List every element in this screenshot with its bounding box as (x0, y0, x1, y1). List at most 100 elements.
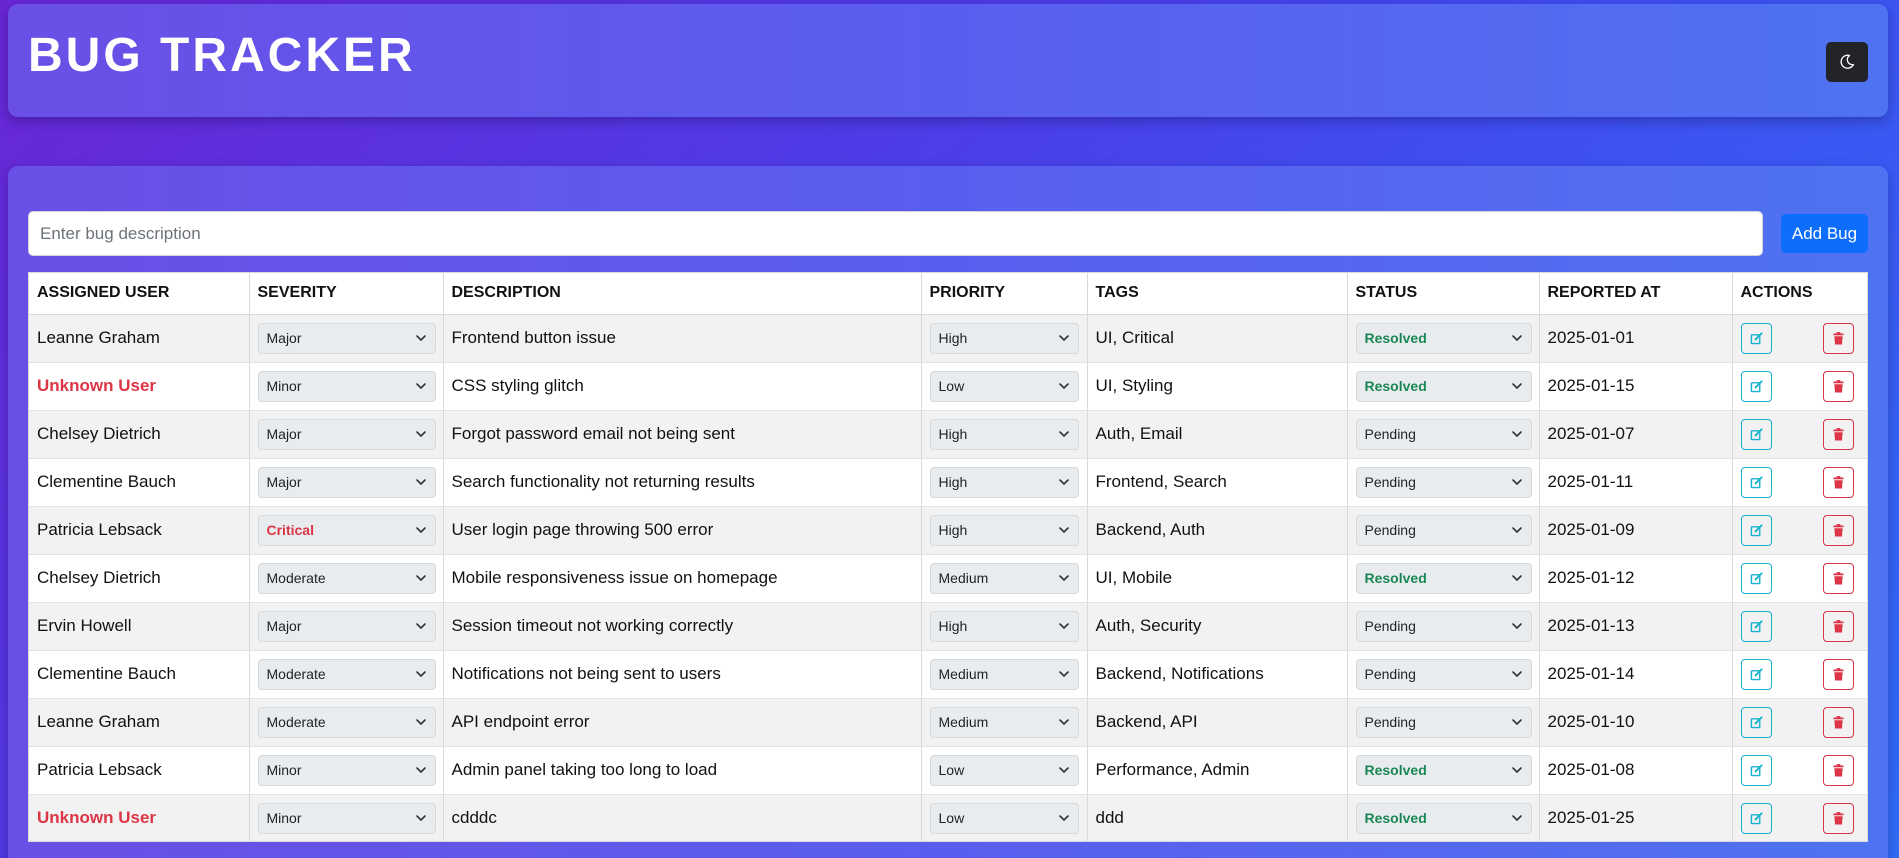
status-select[interactable]: Pending (1355, 466, 1532, 498)
severity-select[interactable]: Moderate (257, 562, 436, 594)
severity-select[interactable]: Minor (257, 802, 436, 834)
status-select[interactable]: Pending (1355, 658, 1532, 690)
delete-button[interactable] (1822, 754, 1854, 786)
status-select[interactable]: Pending (1355, 706, 1532, 738)
edit-button[interactable] (1740, 562, 1772, 594)
add-bug-button[interactable]: Add Bug (1781, 214, 1868, 253)
edit-button[interactable] (1740, 610, 1772, 642)
severity-select[interactable]: Major (257, 322, 436, 354)
trash-icon (1832, 379, 1844, 392)
reported-at-cell: 2025-01-08 (1539, 746, 1733, 795)
delete-button[interactable] (1822, 514, 1854, 546)
table-row: Leanne Graham Moderate API endpoint error M… (29, 698, 1867, 747)
delete-button[interactable] (1822, 610, 1854, 642)
priority-cell: High (921, 314, 1088, 363)
status-select[interactable]: Pending (1355, 514, 1532, 546)
assigned-user-cell: Clementine Bauch (29, 458, 250, 507)
status-select[interactable]: Resolved (1355, 322, 1532, 354)
delete-button[interactable] (1822, 418, 1854, 450)
delete-button[interactable] (1822, 466, 1854, 498)
assigned-user-cell: Ervin Howell (29, 602, 250, 651)
tags-cell: UI, Mobile (1087, 554, 1348, 603)
table-row: Clementine Bauch Moderate Notifications no… (29, 650, 1867, 699)
delete-button[interactable] (1822, 370, 1854, 402)
table-row: Ervin Howell Major Session timeout not wor… (29, 602, 1867, 651)
assigned-user: Chelsey Dietrich (37, 568, 161, 587)
priority-select[interactable]: High (929, 466, 1079, 498)
edit-button[interactable] (1740, 322, 1772, 354)
edit-button[interactable] (1740, 466, 1772, 498)
severity-value: Major (266, 474, 302, 490)
edit-button[interactable] (1740, 658, 1772, 690)
status-select[interactable]: Resolved (1355, 370, 1532, 402)
description-cell: API endpoint error (443, 698, 922, 747)
edit-button[interactable] (1740, 514, 1772, 546)
chevron-down-icon (1511, 335, 1522, 341)
severity-select[interactable]: Minor (257, 754, 436, 786)
priority-select[interactable]: Low (929, 370, 1079, 402)
delete-button[interactable] (1822, 562, 1854, 594)
priority-select[interactable]: Medium (929, 706, 1079, 738)
description-cell: User login page throwing 500 error (443, 506, 922, 555)
actions-cell (1732, 602, 1867, 651)
delete-button[interactable] (1822, 706, 1854, 738)
severity-select[interactable]: Critical (257, 514, 436, 546)
status-select[interactable]: Resolved (1355, 802, 1532, 834)
edit-button[interactable] (1740, 802, 1772, 834)
severity-cell: Major (249, 458, 444, 507)
status-value: Pending (1364, 618, 1416, 634)
status-select[interactable]: Resolved (1355, 562, 1532, 594)
table-row: Chelsey Dietrich Major Forgot password ema… (29, 410, 1867, 459)
tags-cell: Backend, Auth (1087, 506, 1348, 555)
assigned-user-cell: Chelsey Dietrich (29, 554, 250, 603)
reported-at-cell: 2025-01-25 (1539, 794, 1733, 841)
reported-at-cell: 2025-01-11 (1539, 458, 1733, 507)
status-select[interactable]: Resolved (1355, 754, 1532, 786)
severity-value: Minor (266, 810, 302, 826)
edit-button[interactable] (1740, 754, 1772, 786)
edit-button[interactable] (1740, 418, 1772, 450)
priority-value: High (938, 474, 968, 490)
delete-button[interactable] (1822, 658, 1854, 690)
severity-select[interactable]: Major (257, 466, 436, 498)
chevron-down-icon (1058, 767, 1069, 773)
severity-cell: Major (249, 410, 444, 459)
status-value: Pending (1364, 426, 1416, 442)
edit-button[interactable] (1740, 370, 1772, 402)
priority-select[interactable]: High (929, 514, 1079, 546)
severity-select[interactable]: Moderate (257, 706, 436, 738)
delete-button[interactable] (1822, 802, 1854, 834)
priority-select[interactable]: Medium (929, 562, 1079, 594)
priority-select[interactable]: High (929, 418, 1079, 450)
description-cell: Mobile responsiveness issue on homepage (443, 554, 922, 603)
assigned-user: Ervin Howell (37, 616, 132, 635)
edit-button[interactable] (1740, 706, 1772, 738)
status-select[interactable]: Pending (1355, 418, 1532, 450)
status-select[interactable]: Pending (1355, 610, 1532, 642)
description-cell: Admin panel taking too long to load (443, 746, 922, 795)
priority-cell: Medium (921, 554, 1088, 603)
priority-select[interactable]: Low (929, 802, 1079, 834)
description-cell: CSS styling glitch (443, 362, 922, 411)
priority-value: Low (938, 810, 965, 826)
priority-select[interactable]: Low (929, 754, 1079, 786)
bug-description-input[interactable] (28, 211, 1763, 256)
trash-icon (1832, 523, 1844, 536)
theme-toggle-button[interactable] (1826, 42, 1868, 82)
tags-cell: Performance, Admin (1087, 746, 1348, 795)
edit-icon (1750, 715, 1763, 728)
severity-select[interactable]: Minor (257, 370, 436, 402)
tags-cell: Backend, API (1087, 698, 1348, 747)
priority-select[interactable]: Medium (929, 658, 1079, 690)
priority-select[interactable]: High (929, 610, 1079, 642)
severity-select[interactable]: Moderate (257, 658, 436, 690)
priority-select[interactable]: High (929, 322, 1079, 354)
severity-select[interactable]: Major (257, 418, 436, 450)
chevron-down-icon (1511, 527, 1522, 533)
edit-icon (1750, 667, 1763, 680)
assigned-user: Unknown User (37, 808, 157, 827)
delete-button[interactable] (1822, 322, 1854, 354)
severity-select[interactable]: Major (257, 610, 436, 642)
actions-cell (1732, 746, 1867, 795)
severity-cell: Moderate (249, 554, 444, 603)
